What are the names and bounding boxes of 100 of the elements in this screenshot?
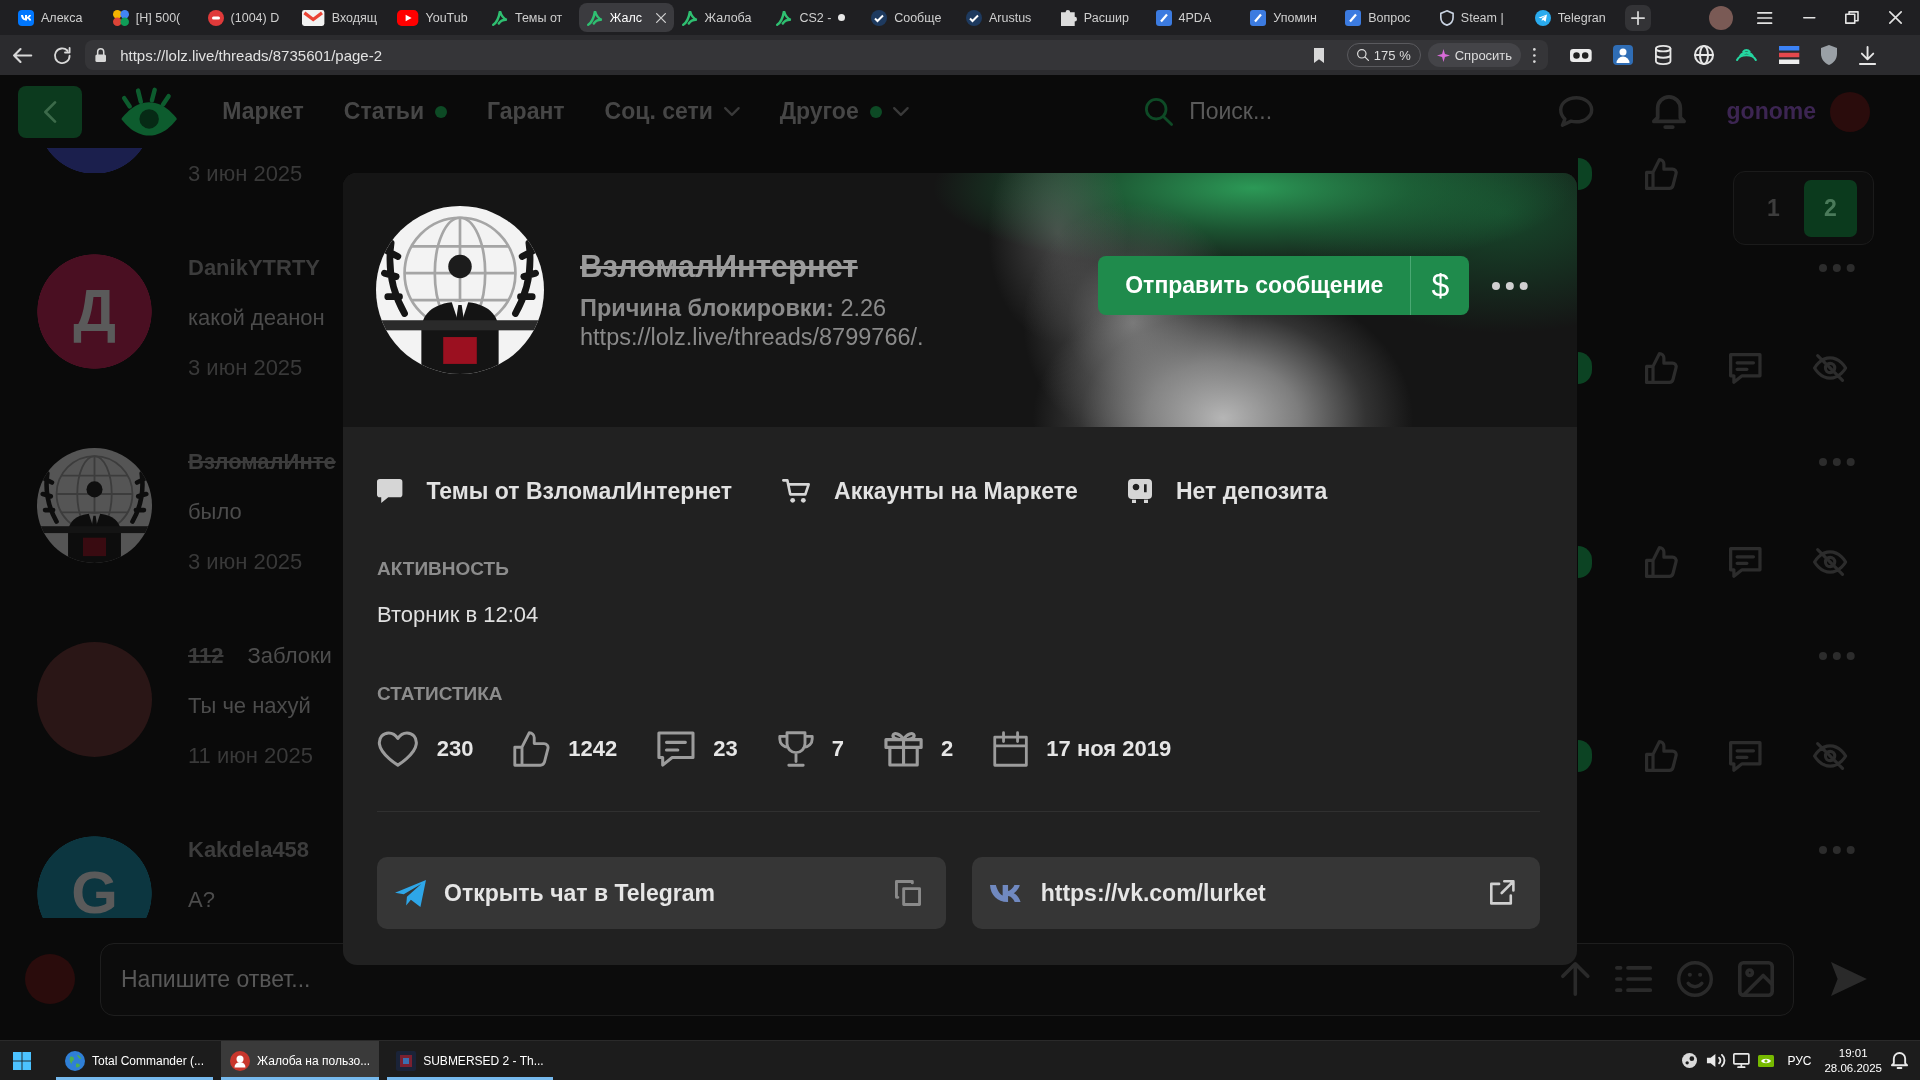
- minimize-icon[interactable]: [1802, 16, 1816, 19]
- browser-tab[interactable]: Arustus: [957, 3, 1053, 32]
- swoosh-icon: [586, 9, 603, 26]
- eye-logo-icon[interactable]: [120, 86, 179, 137]
- browser-tab[interactable]: Вопрос: [1337, 3, 1432, 32]
- download-icon[interactable]: [1859, 45, 1877, 65]
- paper-plane-icon: [395, 879, 426, 907]
- globe-icon[interactable]: [1693, 45, 1714, 65]
- chevron-left-icon: [43, 100, 57, 123]
- monitor-icon[interactable]: [1732, 1053, 1750, 1068]
- speech-bubble-icon: [377, 479, 403, 503]
- taskbar-app[interactable]: SUBMERSED 2 - Th...: [387, 1041, 553, 1080]
- menu-icon[interactable]: [1757, 11, 1773, 24]
- round-logo-icon[interactable]: [1681, 1053, 1697, 1068]
- language-indicator[interactable]: РУС: [1787, 1053, 1812, 1068]
- eye-slash-icon[interactable]: [1813, 742, 1848, 770]
- vk-profile-link[interactable]: https://vk.com/lurket: [971, 857, 1540, 929]
- ban-reason: Причина блокировки: 2.26 https://lolz.live/threads/8799766/.: [580, 294, 925, 352]
- thumbs-up-icon[interactable]: [1645, 546, 1678, 578]
- round-logo-icon: [207, 9, 224, 26]
- stat-value: 1242: [568, 736, 618, 762]
- browser-tab[interactable]: [H] 500(: [104, 3, 200, 32]
- message-icon[interactable]: [1728, 352, 1762, 384]
- square-logo-icon: [1155, 9, 1172, 26]
- browser-tab[interactable]: Сообще: [863, 3, 958, 32]
- browser-tab[interactable]: (1004) D: [199, 3, 295, 32]
- dot-icon: [869, 105, 882, 118]
- thumbs-up-icon[interactable]: [1645, 740, 1678, 772]
- eye-slash-icon[interactable]: [1813, 548, 1848, 576]
- close-tab-icon[interactable]: [655, 12, 666, 23]
- close-icon[interactable]: [1889, 11, 1902, 24]
- wave-icon[interactable]: [1735, 49, 1757, 61]
- eye-slash-icon[interactable]: [1813, 354, 1848, 382]
- browser-tab[interactable]: Упомин: [1242, 3, 1338, 32]
- copy-icon[interactable]: [894, 880, 921, 906]
- thumbs-up-icon[interactable]: [1645, 352, 1678, 384]
- reply-input[interactable]: Напишите ответ...: [119, 959, 1537, 999]
- browser-tab[interactable]: Telegran: [1526, 3, 1622, 32]
- browser-tab[interactable]: YouTub: [389, 3, 484, 32]
- browser-tab[interactable]: Темы от: [484, 3, 579, 32]
- restore-icon[interactable]: [1845, 11, 1859, 24]
- taskbar-app[interactable]: Жалоба на пользо...: [221, 1041, 380, 1080]
- thumbs-up-icon[interactable]: [1645, 158, 1678, 190]
- database-icon[interactable]: [1655, 45, 1672, 65]
- more-icon[interactable]: [1533, 47, 1536, 63]
- bell-icon[interactable]: [1651, 94, 1686, 129]
- shield-icon[interactable]: [1821, 45, 1838, 65]
- user-avatar: [25, 954, 75, 1004]
- chat-icon[interactable]: [1559, 96, 1594, 127]
- browser-tab[interactable]: Жалс: [578, 3, 674, 32]
- back-button[interactable]: [18, 85, 82, 138]
- clock-date[interactable]: 28.06.2025: [1824, 1060, 1882, 1076]
- search-icon: [1145, 97, 1174, 126]
- browser-tab[interactable]: 4PDA: [1147, 3, 1243, 32]
- external-link-icon[interactable]: [1490, 880, 1515, 906]
- paper-plane-icon: [1534, 9, 1551, 26]
- reaction-badge[interactable]: [1578, 740, 1592, 772]
- check-logo-icon: [871, 9, 888, 26]
- money-button[interactable]: $: [1410, 256, 1470, 315]
- profile-name: ВзломалИнтернет: [580, 248, 858, 286]
- profile-link[interactable]: Темы от ВзломалИнтернет: [377, 477, 733, 505]
- browser-tab[interactable]: Жалоба: [673, 3, 769, 32]
- browser-tab[interactable]: Расшир: [1052, 3, 1148, 32]
- back-icon[interactable]: [13, 47, 33, 63]
- person-icon[interactable]: [1613, 45, 1634, 65]
- browser-tab[interactable]: CS2 -: [768, 3, 864, 32]
- message-text: Ты че нахуй: [188, 693, 311, 719]
- square-logo-icon: [1345, 9, 1362, 26]
- telegram-chat-button[interactable]: Открыть чат в Telegram: [377, 857, 946, 929]
- puzzle-icon: [1060, 9, 1077, 26]
- reaction-badge[interactable]: [1578, 352, 1592, 384]
- reaction-badge[interactable]: [1578, 158, 1592, 190]
- windows-logo-icon[interactable]: [13, 1051, 31, 1070]
- ask-button[interactable]: Спросить: [1427, 43, 1522, 67]
- profile-avatar[interactable]: [1709, 5, 1734, 30]
- send-message-button[interactable]: Отправить сообщение: [1098, 256, 1411, 315]
- browser-tab[interactable]: Алекса: [10, 3, 105, 32]
- search-field[interactable]: Поиск...: [1187, 97, 1538, 126]
- reload-icon[interactable]: [54, 46, 71, 64]
- reaction-badge[interactable]: [1578, 546, 1592, 578]
- more-icon[interactable]: [1492, 281, 1528, 290]
- message-icon[interactable]: [1728, 546, 1762, 578]
- heart-icon: [377, 731, 419, 767]
- stat-value: 2: [940, 736, 954, 762]
- message-icon[interactable]: [1728, 740, 1762, 772]
- taskbar-app[interactable]: Total Commander (...: [56, 1041, 214, 1080]
- sparkle-icon: [1436, 48, 1450, 62]
- bars-icon[interactable]: [1778, 46, 1800, 64]
- profile-link[interactable]: Аккаунты на Маркете: [782, 477, 1078, 505]
- browser-tab[interactable]: Steam |: [1431, 3, 1527, 32]
- new-tab-button[interactable]: [1624, 4, 1651, 31]
- tray-logo-icon[interactable]: [1758, 1054, 1775, 1067]
- speaker-icon[interactable]: [1705, 1053, 1724, 1068]
- notification-icon[interactable]: [1891, 1052, 1908, 1069]
- bookmark-icon[interactable]: [1313, 47, 1324, 63]
- profile-link[interactable]: Нет депозита: [1127, 477, 1328, 505]
- browser-tab[interactable]: Входящ: [294, 3, 390, 32]
- url-text[interactable]: https://lolz.live/threads/8735601/page-2: [120, 46, 1314, 64]
- glasses-icon[interactable]: [1569, 48, 1592, 62]
- clock-time[interactable]: 19:01: [1838, 1045, 1868, 1061]
